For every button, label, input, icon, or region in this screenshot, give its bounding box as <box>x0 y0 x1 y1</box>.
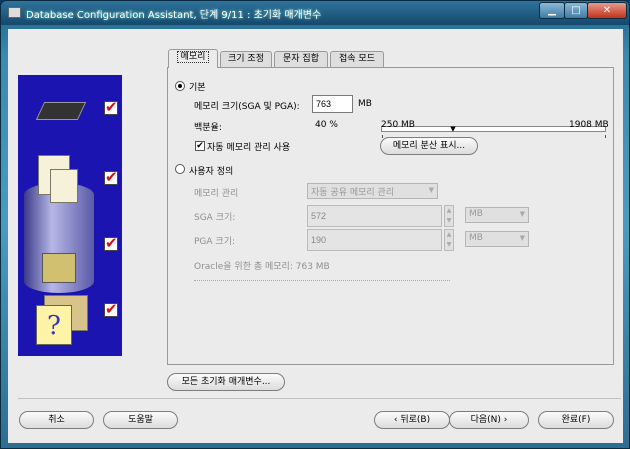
sga-spinner: ▲ ▼ <box>444 205 454 227</box>
memory-size-input[interactable] <box>312 95 353 113</box>
pga-spinner: ▲ ▼ <box>444 229 454 251</box>
custom-radio[interactable] <box>175 164 185 174</box>
step-check-icon: ✔ <box>104 168 118 186</box>
separator <box>18 398 621 399</box>
percent-value: 40 % <box>315 120 338 130</box>
step-illustration-panel: ? ✔ ✔ ✔ ✔ <box>18 75 122 356</box>
slider-tick <box>605 135 606 138</box>
chevron-down-icon: ▼ <box>519 234 525 242</box>
basic-label: 기본 <box>189 83 206 93</box>
chevron-right-icon: › <box>503 415 508 425</box>
dbca-window: Database Configuration Assistant, 단계 9/1… <box>0 0 630 449</box>
pga-size-input <box>307 229 442 251</box>
show-memory-distribution-button[interactable]: 메모리 분산 표시... <box>380 137 478 155</box>
custom-label: 사용자 정의 <box>189 167 234 177</box>
separator <box>194 280 450 281</box>
spin-up-icon: ▲ <box>446 207 452 214</box>
basic-radio[interactable] <box>175 81 185 91</box>
step-check-icon: ✔ <box>104 98 118 116</box>
cancel-button[interactable]: 취소 <box>19 411 94 429</box>
step-check-icon: ✔ <box>104 300 118 318</box>
minimize-button[interactable]: ▁ <box>539 2 565 19</box>
tab-sizing[interactable]: 크기 조정 <box>220 51 272 68</box>
memory-size-label: 메모리 크기(SGA 및 PGA): <box>194 102 300 112</box>
close-button[interactable]: ✕ <box>587 2 627 19</box>
step-check-icon: ✔ <box>104 234 118 252</box>
client-area: ? ✔ ✔ ✔ ✔ 메모리 크기 조정 문자 집합 접속 모드 기본 메모리 크… <box>8 29 623 443</box>
pga-size-label: PGA 크기: <box>194 237 236 247</box>
chevron-down-icon: ▼ <box>519 210 525 218</box>
slider-max-label: 1908 MB <box>569 120 609 130</box>
spin-down-icon: ▼ <box>446 241 452 248</box>
finish-button[interactable]: 완료(F) <box>538 411 614 429</box>
back-button[interactable]: ‹ 뒤로(B) <box>374 411 450 429</box>
shapes-icon <box>42 253 76 283</box>
auto-memory-label: 자동 메모리 관리 사용 <box>207 143 291 153</box>
memory-chip-icon <box>35 102 87 120</box>
chevron-down-icon: ▼ <box>428 186 434 194</box>
percent-label: 백분율: <box>194 123 222 133</box>
document-icon <box>50 169 78 203</box>
tab-memory[interactable]: 메모리 <box>168 49 218 68</box>
tab-connection-mode[interactable]: 접속 모드 <box>330 51 384 68</box>
slider-min-label: 250 MB <box>381 120 415 130</box>
memory-management-select: 자동 공유 메모리 관리 ▼ <box>307 183 438 199</box>
spin-up-icon: ▲ <box>446 231 452 238</box>
tab-character-set[interactable]: 문자 집합 <box>274 51 328 68</box>
sga-unit-select: MB ▼ <box>465 207 529 223</box>
auto-memory-checkbox[interactable]: ✔ <box>195 141 205 151</box>
question-document-icon: ? <box>36 305 72 345</box>
sga-size-input <box>307 205 442 227</box>
maximize-button[interactable]: □ <box>564 2 588 19</box>
sga-size-label: SGA 크기: <box>194 213 236 223</box>
pga-unit-select: MB ▼ <box>465 231 529 247</box>
chevron-left-icon: ‹ <box>393 415 398 425</box>
memory-management-label: 메모리 관리 <box>194 189 239 199</box>
next-button[interactable]: 다음(N) › <box>449 411 529 429</box>
help-button[interactable]: 도움말 <box>103 411 178 429</box>
memory-size-unit: MB <box>358 99 372 109</box>
window-title: Database Configuration Assistant, 단계 9/1… <box>26 10 322 21</box>
title-bar[interactable]: Database Configuration Assistant, 단계 9/1… <box>1 1 629 25</box>
slider-tick <box>382 135 383 138</box>
total-memory-value: 763 MB <box>295 262 330 272</box>
spin-down-icon: ▼ <box>446 217 452 224</box>
all-init-params-button[interactable]: 모든 초기화 매개변수... <box>167 373 285 391</box>
app-icon <box>8 7 21 18</box>
total-memory-label: Oracle을 위한 총 메모리: 763 MB <box>194 262 330 272</box>
slider-thumb[interactable]: ▼ <box>449 126 457 133</box>
